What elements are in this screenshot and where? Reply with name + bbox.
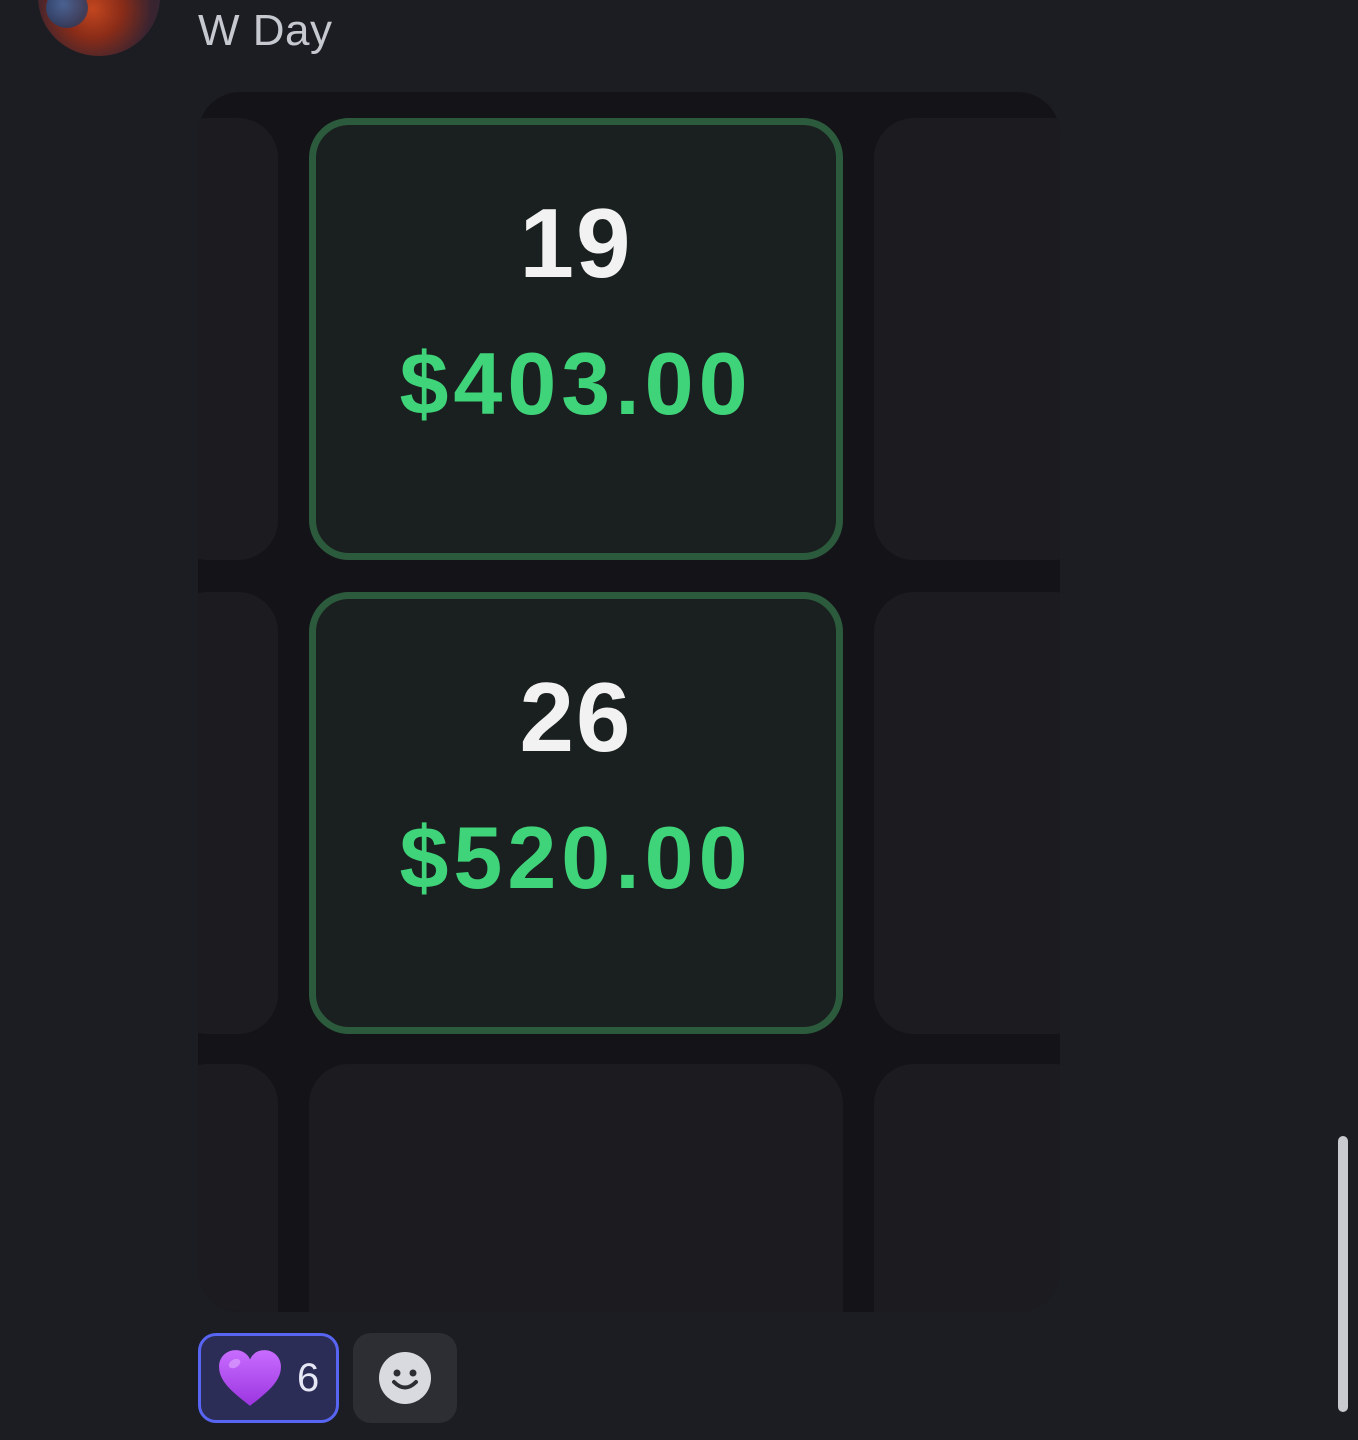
calendar-cell-empty (198, 1064, 278, 1312)
smiley-face-icon (379, 1352, 431, 1404)
calendar-day-amount: $520.00 (399, 808, 753, 907)
calendar-cell-empty (874, 592, 1060, 1034)
calendar-day-amount: $403.00 (399, 334, 753, 433)
chat-view: W Day 19 $403.00 26 $520.00 6 (0, 0, 1358, 1440)
calendar-image-attachment[interactable]: 19 $403.00 26 $520.00 (198, 92, 1060, 1312)
reaction-purple-heart-button[interactable]: 6 (198, 1333, 339, 1423)
calendar-cell-highlighted: 26 $520.00 (309, 592, 843, 1034)
reaction-count: 6 (297, 1355, 320, 1400)
calendar-cell-empty (874, 118, 1060, 560)
calendar-day-number: 26 (519, 662, 633, 772)
calendar-day-number: 19 (519, 188, 633, 298)
calendar-cell-empty (874, 1064, 1060, 1312)
add-reaction-button[interactable] (353, 1333, 457, 1423)
user-avatar[interactable] (38, 0, 160, 56)
calendar-cell-empty (309, 1064, 843, 1312)
purple-heart-icon (219, 1350, 281, 1406)
scrollbar-thumb[interactable] (1338, 1136, 1348, 1412)
avatar-image-detail (46, 0, 88, 28)
calendar-cell-empty (198, 118, 278, 560)
message-author-name[interactable]: W Day (198, 6, 333, 56)
calendar-cell-highlighted: 19 $403.00 (309, 118, 843, 560)
calendar-cell-empty (198, 592, 278, 1034)
